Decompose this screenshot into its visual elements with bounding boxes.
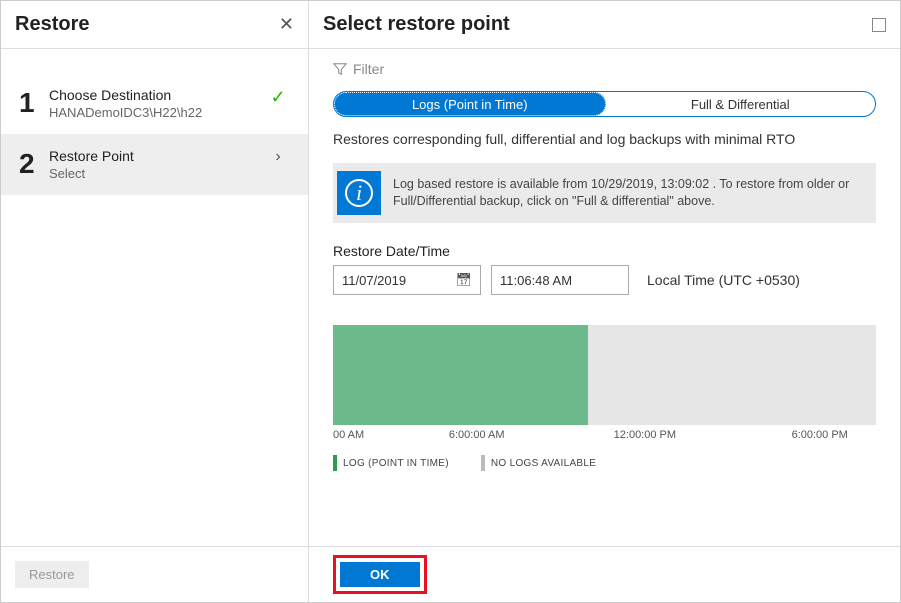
toggle-full-diff[interactable]: Full & Differential <box>606 92 876 116</box>
filter-label: Filter <box>353 61 384 77</box>
checkmark-icon: ✓ <box>266 87 290 108</box>
ok-highlight: OK <box>333 555 427 594</box>
filter-icon <box>333 62 347 76</box>
legend-no-logs: NO LOGS AVAILABLE <box>481 455 596 471</box>
step-choose-destination[interactable]: 1 Choose Destination HANADemoIDC3\H22\h2… <box>1 73 308 134</box>
right-body: Filter Logs (Point in Time) Full & Diffe… <box>309 49 900 546</box>
date-value: 11/07/2019 <box>342 273 406 288</box>
time-input[interactable]: 11:06:48 AM <box>491 265 629 295</box>
legend-swatch-green <box>333 455 337 471</box>
close-icon[interactable]: ✕ <box>279 14 294 35</box>
step-restore-point[interactable]: 2 Restore Point Select › <box>1 134 308 195</box>
date-input[interactable]: 11/07/2019 📅︎ <box>333 265 481 295</box>
left-pane: Restore ✕ 1 Choose Destination HANADemoI… <box>1 1 309 602</box>
timeline-ticks: 00 AM 6:00:00 AM 12:00:00 PM 6:00:00 PM <box>333 429 876 441</box>
step-subtitle: HANADemoIDC3\H22\h22 <box>49 105 266 120</box>
left-header: Restore ✕ <box>1 1 308 49</box>
step-number: 1 <box>19 87 49 119</box>
tick: 00 AM <box>333 429 364 441</box>
step-body: Restore Point Select <box>49 148 266 181</box>
restore-button[interactable]: Restore <box>15 561 89 588</box>
right-header: Select restore point <box>309 1 900 49</box>
info-text: Log based restore is available from 10/2… <box>393 176 866 211</box>
time-value: 11:06:48 AM <box>500 273 572 288</box>
log-timeline[interactable]: 00 AM 6:00:00 AM 12:00:00 PM 6:00:00 PM <box>333 325 876 425</box>
chevron-right-icon: › <box>266 148 290 166</box>
right-pane: Select restore point Filter Logs (Point … <box>309 1 900 602</box>
step-number: 2 <box>19 148 49 180</box>
tick: 12:00:00 PM <box>614 429 676 441</box>
datetime-row: 11/07/2019 📅︎ 11:06:48 AM Local Time (UT… <box>333 265 876 295</box>
timeline-available-segment <box>333 325 588 425</box>
ok-button[interactable]: OK <box>340 562 420 587</box>
left-title: Restore <box>15 13 89 36</box>
restore-type-toggle: Logs (Point in Time) Full & Differential <box>333 91 876 117</box>
info-icon: i <box>337 171 381 215</box>
maximize-icon[interactable] <box>872 18 886 32</box>
tick: 6:00:00 PM <box>792 429 848 441</box>
right-title: Select restore point <box>323 13 510 36</box>
step-body: Choose Destination HANADemoIDC3\H22\h22 <box>49 87 266 120</box>
legend-label: LOG (POINT IN TIME) <box>343 458 449 469</box>
step-subtitle: Select <box>49 166 266 181</box>
datetime-label: Restore Date/Time <box>333 243 876 259</box>
timeline-legend: LOG (POINT IN TIME) NO LOGS AVAILABLE <box>333 455 876 471</box>
timezone-label: Local Time (UTC +0530) <box>647 272 800 288</box>
tick: 6:00:00 AM <box>449 429 505 441</box>
calendar-icon: 📅︎ <box>455 272 472 288</box>
left-footer: Restore <box>1 546 308 602</box>
toggle-logs[interactable]: Logs (Point in Time) <box>334 92 606 116</box>
wizard-steps: 1 Choose Destination HANADemoIDC3\H22\h2… <box>1 49 308 546</box>
info-box: i Log based restore is available from 10… <box>333 163 876 223</box>
right-footer: OK <box>309 546 900 602</box>
legend-swatch-grey <box>481 455 485 471</box>
legend-label: NO LOGS AVAILABLE <box>491 458 596 469</box>
step-title: Choose Destination <box>49 87 266 103</box>
restore-description: Restores corresponding full, differentia… <box>333 131 876 147</box>
step-title: Restore Point <box>49 148 266 164</box>
legend-log-pit: LOG (POINT IN TIME) <box>333 455 449 471</box>
filter-bar[interactable]: Filter <box>333 61 876 77</box>
